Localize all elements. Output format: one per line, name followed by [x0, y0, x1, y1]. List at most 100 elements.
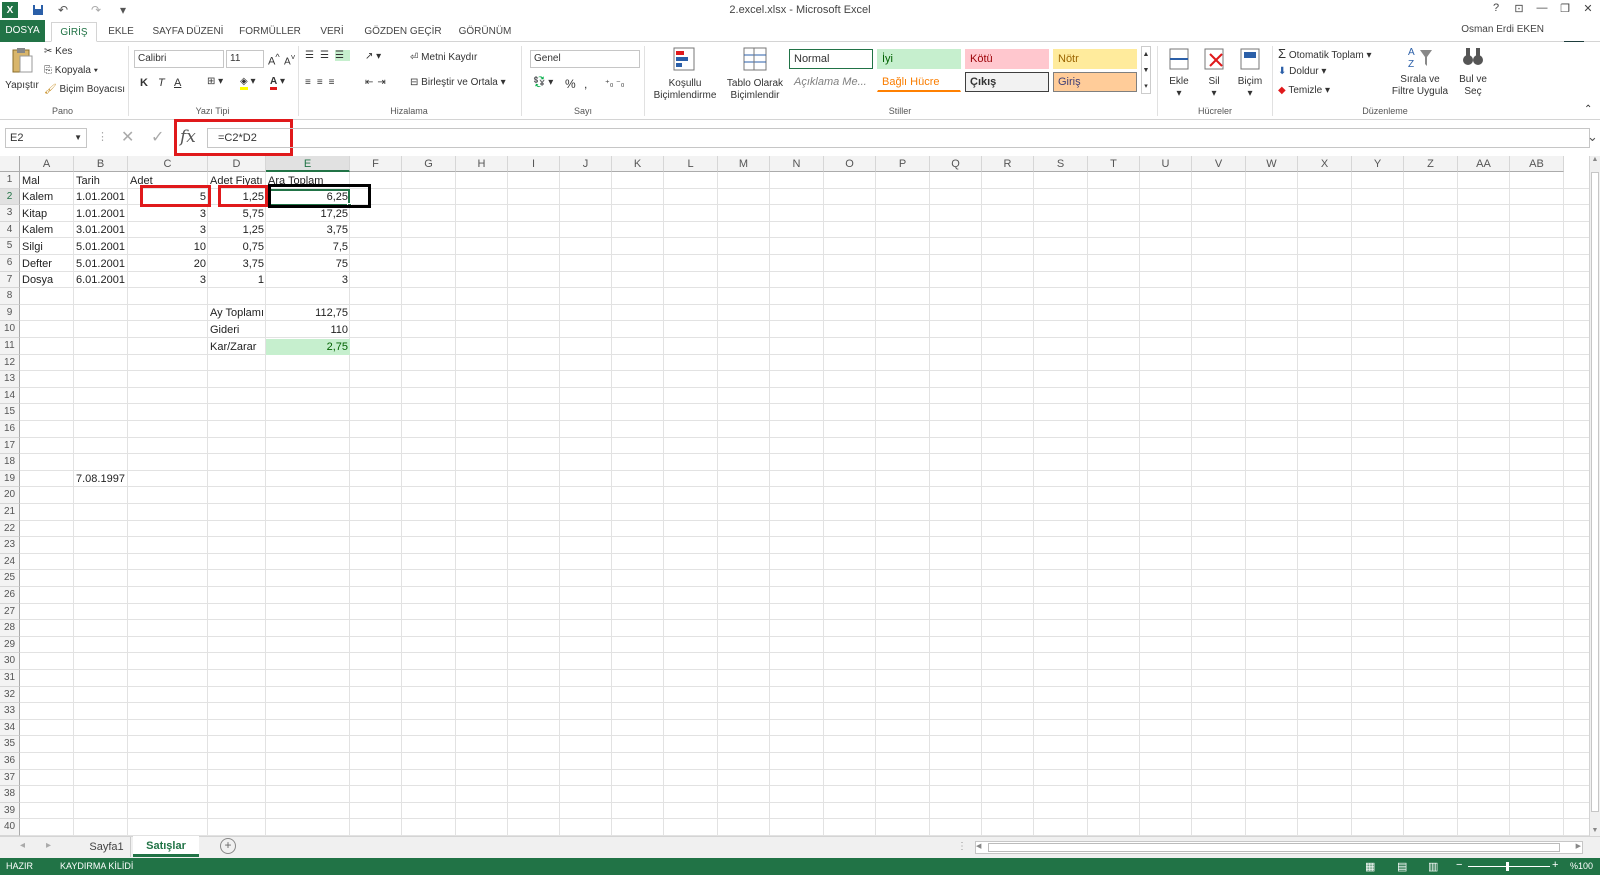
- cell-D9[interactable]: Ay Toplamı: [208, 305, 266, 321]
- help-icon[interactable]: ?: [1486, 2, 1506, 18]
- column-header-R[interactable]: R: [982, 156, 1034, 172]
- bold-button[interactable]: K: [140, 77, 148, 89]
- column-header-X[interactable]: X: [1298, 156, 1352, 172]
- row-header-5[interactable]: 5: [0, 238, 20, 255]
- row-header-31[interactable]: 31: [0, 670, 20, 687]
- sheet-tab-sayfa1[interactable]: Sayfa1: [83, 837, 131, 857]
- ribbon-display-icon[interactable]: ⊡: [1509, 2, 1529, 18]
- style-linked-cell[interactable]: Bağlı Hücre: [877, 72, 961, 92]
- row-header-17[interactable]: 17: [0, 437, 20, 455]
- row-header-16[interactable]: 16: [0, 421, 20, 438]
- column-header-C[interactable]: C: [128, 156, 208, 172]
- clear-button[interactable]: ◆ Temizle ▾: [1278, 85, 1330, 96]
- percent-button[interactable]: %: [565, 77, 576, 91]
- horizontal-align-icons[interactable]: ≡≡≡: [305, 77, 341, 88]
- tab-review[interactable]: GÖZDEN GEÇİR: [362, 22, 444, 42]
- zoom-slider[interactable]: [1468, 866, 1550, 867]
- column-header-J[interactable]: J: [560, 156, 612, 172]
- shrink-font-icon[interactable]: A˅: [284, 52, 296, 67]
- row-header-9[interactable]: 9: [0, 304, 20, 322]
- row-header-11[interactable]: 11: [0, 338, 20, 355]
- tab-view[interactable]: GÖRÜNÜM: [454, 22, 516, 42]
- merge-center-button[interactable]: ⊟ Birleştir ve Ortala ▾: [410, 77, 506, 88]
- find-select-button[interactable]: Bul ve Seç: [1454, 44, 1492, 98]
- style-neutral[interactable]: Nötr: [1053, 49, 1137, 69]
- cell-E10[interactable]: 110: [266, 322, 350, 338]
- cell-D10[interactable]: Gideri: [208, 322, 266, 338]
- row-header-20[interactable]: 20: [0, 487, 20, 504]
- cell-C3[interactable]: 3: [128, 206, 208, 222]
- tab-insert[interactable]: EKLE: [103, 22, 139, 42]
- tab-file[interactable]: DOSYA: [0, 20, 45, 42]
- column-header-G[interactable]: G: [402, 156, 456, 172]
- insert-function-icon[interactable]: fx: [180, 127, 196, 147]
- column-header-I[interactable]: I: [508, 156, 560, 172]
- row-header-32[interactable]: 32: [0, 686, 20, 704]
- cell-B3[interactable]: 1.01.2001: [74, 206, 128, 222]
- cell-A7[interactable]: Dosya: [20, 272, 74, 288]
- cell-A2[interactable]: Kalem: [20, 189, 74, 205]
- scroll-left-icon[interactable]: ◀: [976, 842, 981, 850]
- user-name[interactable]: Osman Erdi EKEN: [1461, 24, 1544, 35]
- row-header-27[interactable]: 27: [0, 603, 20, 621]
- cell-B4[interactable]: 3.01.2001: [74, 222, 128, 238]
- number-format-select[interactable]: Genel: [530, 50, 640, 68]
- zoom-in-icon[interactable]: +: [1552, 859, 1558, 871]
- row-header-28[interactable]: 28: [0, 620, 20, 637]
- row-header-40[interactable]: 40: [0, 819, 20, 836]
- column-header-T[interactable]: T: [1088, 156, 1140, 172]
- format-painter-button[interactable]: 🖌 Biçim Boyacısı: [44, 84, 125, 95]
- cell-E7[interactable]: 3: [266, 272, 350, 288]
- font-size-select[interactable]: 11: [226, 50, 264, 68]
- cell-A3[interactable]: Kitap: [20, 206, 74, 222]
- style-input[interactable]: Giriş: [1053, 72, 1137, 92]
- column-header-N[interactable]: N: [770, 156, 824, 172]
- cell-E5[interactable]: 7,5: [266, 239, 350, 255]
- cell-A1[interactable]: Mal: [20, 173, 74, 189]
- row-header-6[interactable]: 6: [0, 255, 20, 272]
- scroll-up-icon[interactable]: ▲: [1590, 156, 1600, 163]
- tab-formulas[interactable]: FORMÜLLER: [238, 22, 302, 42]
- row-header-10[interactable]: 10: [0, 321, 20, 338]
- cut-button[interactable]: ✂ Kes: [44, 46, 72, 57]
- column-header-Q[interactable]: Q: [930, 156, 982, 172]
- row-header-12[interactable]: 12: [0, 354, 20, 372]
- row-header-37[interactable]: 37: [0, 769, 20, 787]
- cell-C7[interactable]: 3: [128, 272, 208, 288]
- name-box[interactable]: E2 ▼: [5, 128, 87, 148]
- italic-button[interactable]: T: [158, 77, 165, 89]
- column-header-M[interactable]: M: [718, 156, 770, 172]
- column-header-A[interactable]: A: [20, 156, 74, 172]
- worksheet-grid[interactable]: A B C D E F G H I J K L M N O P Q R S T U V W X Y Z AA AB 123456789…: [0, 156, 1600, 836]
- cell-E4[interactable]: 3,75: [266, 222, 350, 238]
- row-header-8[interactable]: 8: [0, 288, 20, 305]
- column-header-W[interactable]: W: [1246, 156, 1298, 172]
- row-header-30[interactable]: 30: [0, 653, 20, 670]
- copy-button[interactable]: ⎘ Kopyala ▾: [44, 65, 98, 76]
- column-header-U[interactable]: U: [1140, 156, 1192, 172]
- cell-A6[interactable]: Defter: [20, 256, 74, 272]
- fill-button[interactable]: ⬇ Doldur ▾: [1278, 66, 1326, 77]
- tab-data[interactable]: VERİ: [312, 22, 352, 42]
- row-header-33[interactable]: 33: [0, 703, 20, 720]
- cell-D11[interactable]: Kar/Zarar: [208, 339, 266, 355]
- column-header-L[interactable]: L: [664, 156, 718, 172]
- style-explanatory[interactable]: Açıklama Me...: [789, 72, 873, 92]
- column-header-H[interactable]: H: [456, 156, 508, 172]
- font-color-icon[interactable]: A ▾: [270, 76, 285, 90]
- font-name-select[interactable]: Calibri: [134, 50, 224, 68]
- tab-page-layout[interactable]: SAYFA DÜZENİ: [148, 22, 228, 42]
- cell-D5[interactable]: 0,75: [208, 239, 266, 255]
- sheet-tab-satislar[interactable]: Satışlar: [133, 836, 199, 857]
- expand-formula-bar-icon[interactable]: ⌄: [1587, 129, 1598, 145]
- cell-E6[interactable]: 75: [266, 256, 350, 272]
- row-header-2[interactable]: 2: [0, 188, 20, 206]
- accounting-icon[interactable]: 💱 ▾: [533, 77, 553, 88]
- enter-icon[interactable]: ✓: [151, 127, 164, 147]
- next-sheet-icon[interactable]: ▸: [46, 840, 51, 851]
- add-sheet-icon[interactable]: +: [220, 838, 236, 854]
- vertical-scroll-thumb[interactable]: [1591, 172, 1599, 812]
- sort-filter-button[interactable]: AZ Sırala ve Filtre Uygula: [1388, 44, 1452, 98]
- row-header-18[interactable]: 18: [0, 454, 20, 471]
- style-output[interactable]: Çıkış: [965, 72, 1049, 92]
